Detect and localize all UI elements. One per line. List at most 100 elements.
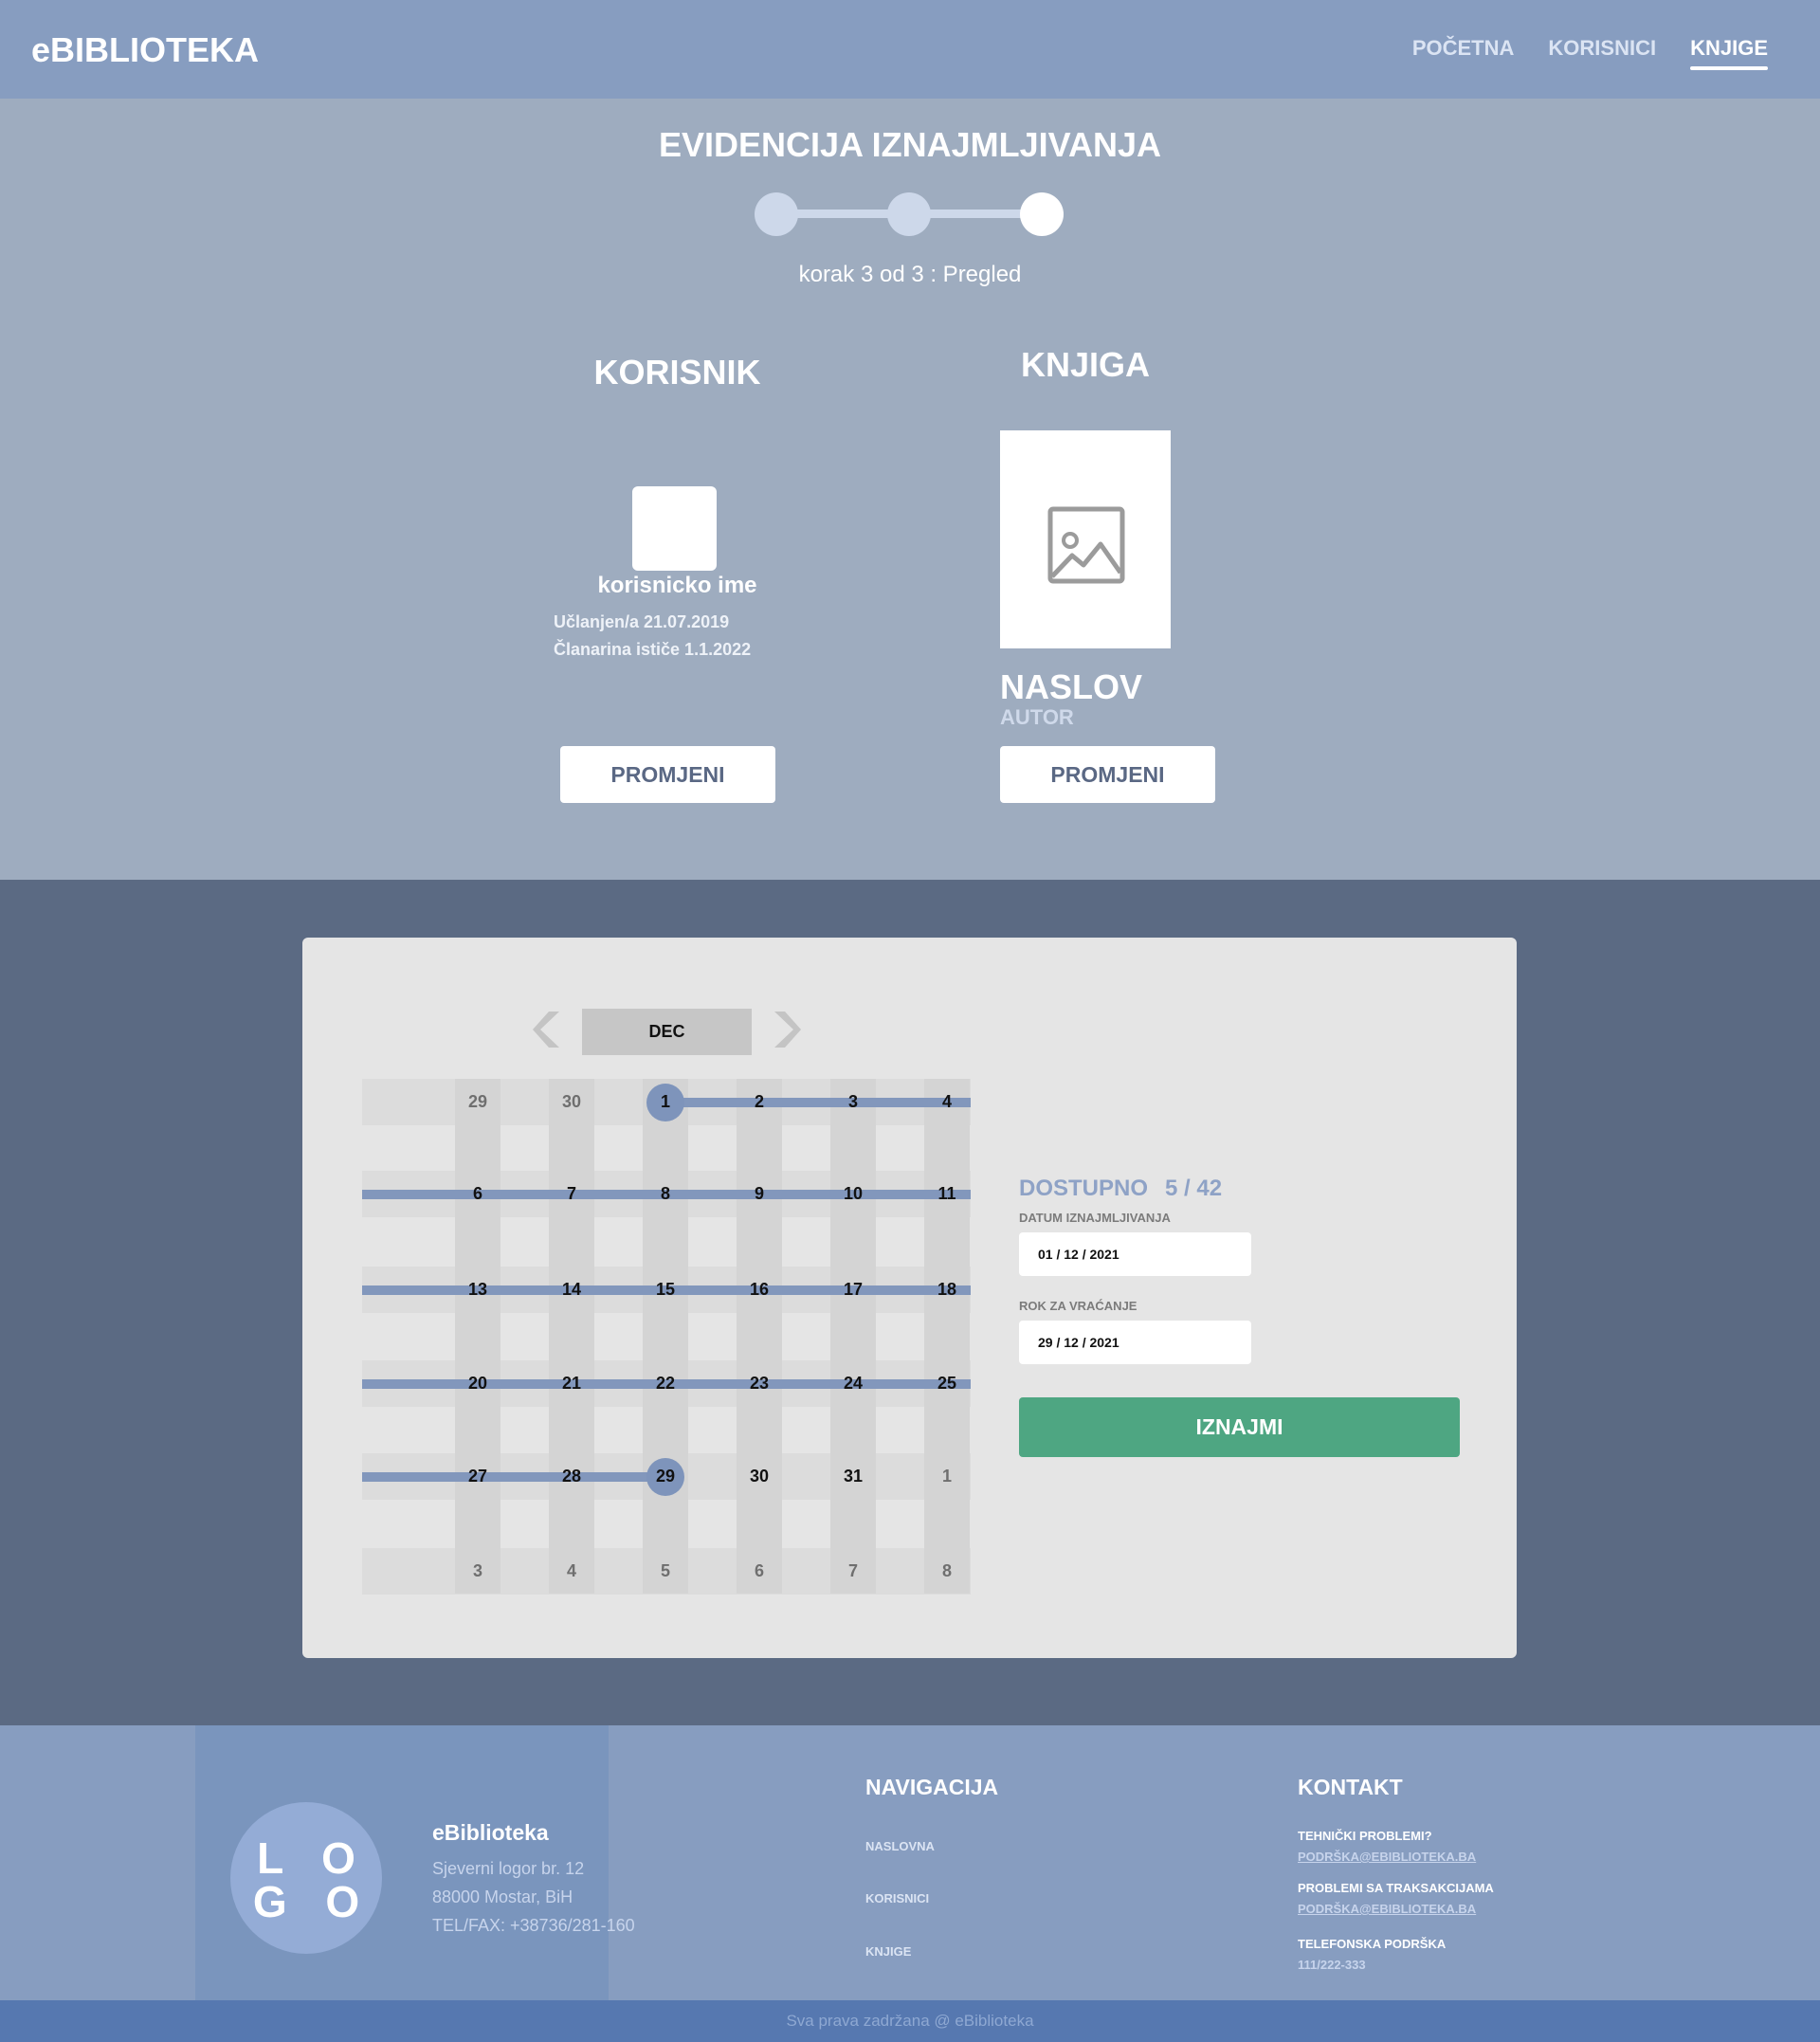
calendar-day-other-month[interactable]: 29: [449, 1092, 506, 1112]
footer-contact-heading: KONTAKT: [1298, 1775, 1403, 1799]
user-avatar: [632, 486, 717, 571]
nav-link-knjige[interactable]: KNJIGE: [1690, 36, 1768, 70]
calendar-column-stripe: [830, 1079, 876, 1594]
footer-address-1: Sjeverni logor br. 12: [432, 1859, 585, 1878]
footer-nav-korisnici[interactable]: KORISNICI: [865, 1891, 929, 1905]
book-heading: KNJIGA: [1020, 345, 1151, 384]
brand-logo[interactable]: eBIBLIOTEKA: [31, 30, 259, 70]
step-indicator-text: korak 3 od 3 : Pregled: [798, 262, 1022, 287]
calendar-day[interactable]: 25: [919, 1374, 975, 1394]
rental-date-label: DATUM IZNAJMLJIVANJA: [1019, 1211, 1171, 1225]
user-heading: KORISNIK: [593, 353, 761, 392]
chevron-right-icon[interactable]: [773, 1010, 801, 1049]
main-nav: POČETNA KORISNICI KNJIGE: [1412, 36, 1768, 70]
rent-button[interactable]: IZNAJMI: [1019, 1397, 1460, 1457]
nav-link-korisnici[interactable]: KORISNICI: [1548, 36, 1656, 68]
footer-logo: L O G O: [230, 1802, 382, 1954]
book-title: NASLOV: [1000, 667, 1143, 706]
footer-nav-heading: NAVIGACIJA: [865, 1775, 999, 1799]
calendar-day[interactable]: 8: [637, 1184, 694, 1204]
calendar-day-other-month[interactable]: 5: [637, 1561, 694, 1581]
calendar-day[interactable]: 6: [449, 1184, 506, 1204]
user-joined-date: Učlanjen/a 21.07.2019: [554, 612, 730, 631]
calendar-day-other-month[interactable]: 30: [543, 1092, 600, 1112]
logo-text-line-1: L O: [257, 1833, 369, 1883]
calendar-card: DEC 29 30 1 2 3 4 6 7 8 9 10 11 13 14 15 16 17 18 20 21 22 23…: [302, 938, 1517, 1658]
return-date-label: ROK ZA VRAĆANJE: [1019, 1299, 1138, 1313]
calendar-day[interactable]: 28: [543, 1467, 600, 1486]
footer: L O G O eBiblioteka Sjeverni logor br. 1…: [0, 1725, 1820, 2000]
calendar-day[interactable]: 29: [637, 1467, 694, 1486]
change-book-button[interactable]: PROMJENI: [1000, 746, 1215, 803]
calendar-month-label: DEC: [582, 1009, 752, 1055]
contact-title-transactions: PROBLEMI SA TRAKSAKCIJAMA: [1298, 1881, 1494, 1895]
selected-range-bar: [362, 1471, 665, 1482]
calendar-day[interactable]: 30: [731, 1467, 788, 1486]
username: korisnicko ime: [597, 573, 757, 598]
calendar-day[interactable]: 27: [449, 1467, 506, 1486]
calendar-day[interactable]: 18: [919, 1280, 975, 1300]
copyright-bar: Sva prava zadržana @ eBiblioteka: [0, 2000, 1820, 2042]
calendar-day-other-month[interactable]: 3: [449, 1561, 506, 1581]
calendar-day-other-month[interactable]: 4: [543, 1561, 600, 1581]
step-2-dot[interactable]: [887, 192, 931, 236]
contact-email-transactions[interactable]: PODRŠKA@EBIBLIOTEKA.BA: [1298, 1902, 1476, 1916]
logo-text-line-2: G O: [252, 1877, 373, 1926]
calendar-day[interactable]: 7: [543, 1184, 600, 1204]
rental-date-field[interactable]: 01 / 12 / 2021: [1019, 1232, 1251, 1276]
image-placeholder-icon: [1047, 506, 1125, 584]
footer-phone: TEL/FAX: +38736/281-160: [432, 1916, 635, 1935]
contact-email-tech[interactable]: PODRŠKA@EBIBLIOTEKA.BA: [1298, 1850, 1476, 1864]
rental-calendar-section: DEC 29 30 1 2 3 4 6 7 8 9 10 11 13 14 15 16 17 18 20 21 22 23…: [0, 880, 1820, 1725]
contact-phone-number: 111/222-333: [1298, 1958, 1366, 1972]
calendar-day[interactable]: 24: [825, 1374, 882, 1394]
calendar-day[interactable]: 11: [919, 1184, 975, 1204]
calendar-column-stripe: [924, 1079, 970, 1594]
calendar-day-other-month[interactable]: 8: [919, 1561, 975, 1581]
calendar-day[interactable]: 16: [731, 1280, 788, 1300]
calendar-column-stripe: [549, 1079, 594, 1594]
user-membership-expiry: Članarina ističe 1.1.2022: [554, 640, 752, 659]
calendar-grid: 29 30 1 2 3 4 6 7 8 9 10 11 13 14 15 16 17 18 20 21 22 23 24 25…: [362, 1079, 971, 1595]
footer-nav-knjige[interactable]: KNJIGE: [865, 1944, 911, 1959]
change-user-button[interactable]: PROMJENI: [560, 746, 775, 803]
calendar-column-stripe: [737, 1079, 782, 1594]
calendar-day[interactable]: 22: [637, 1374, 694, 1394]
calendar-day[interactable]: 9: [731, 1184, 788, 1204]
return-date-field[interactable]: 29 / 12 / 2021: [1019, 1321, 1251, 1364]
availability: DOSTUPNO 5 / 42: [1019, 1176, 1222, 1202]
availability-count: 5 / 42: [1165, 1176, 1223, 1201]
book-author: AUTOR: [1000, 705, 1074, 729]
step-3-dot[interactable]: [1020, 192, 1064, 236]
contact-title-tech: TEHNIČKI PROBLEMI?: [1298, 1829, 1432, 1843]
contact-title-phone: TELEFONSKA PODRŠKA: [1298, 1937, 1447, 1951]
calendar-day[interactable]: 13: [449, 1280, 506, 1300]
calendar-day-other-month[interactable]: 1: [919, 1467, 975, 1486]
nav-link-pocetna[interactable]: POČETNA: [1412, 36, 1515, 68]
calendar-day-other-month[interactable]: 7: [825, 1561, 882, 1581]
top-navbar: eBIBLIOTEKA POČETNA KORISNICI KNJIGE: [0, 0, 1820, 99]
calendar-day[interactable]: 21: [543, 1374, 600, 1394]
calendar-day[interactable]: 14: [543, 1280, 600, 1300]
book-cover-image: [1000, 430, 1171, 648]
step-1-dot[interactable]: [755, 192, 798, 236]
calendar-day[interactable]: 2: [731, 1092, 788, 1112]
calendar-day[interactable]: 17: [825, 1280, 882, 1300]
calendar-day[interactable]: 23: [731, 1374, 788, 1394]
calendar-day-other-month[interactable]: 6: [731, 1561, 788, 1581]
calendar-day[interactable]: 10: [825, 1184, 882, 1204]
rental-review-section: EVIDENCIJA IZNAJMLJIVANJA korak 3 od 3 :…: [0, 99, 1820, 880]
calendar-day[interactable]: 3: [825, 1092, 882, 1112]
calendar-day[interactable]: 4: [919, 1092, 975, 1112]
page-title: EVIDENCIJA IZNAJMLJIVANJA: [658, 125, 1162, 164]
calendar-day[interactable]: 1: [637, 1092, 694, 1112]
calendar-day[interactable]: 20: [449, 1374, 506, 1394]
footer-address-2: 88000 Mostar, BiH: [432, 1887, 573, 1906]
availability-label: DOSTUPNO: [1019, 1176, 1149, 1201]
calendar-day[interactable]: 31: [825, 1467, 882, 1486]
calendar-day[interactable]: 15: [637, 1280, 694, 1300]
calendar-column-stripe: [643, 1079, 688, 1594]
footer-nav-naslovna[interactable]: NASLOVNA: [865, 1839, 935, 1853]
chevron-left-icon[interactable]: [533, 1010, 561, 1049]
wizard-stepper: [755, 191, 1064, 237]
